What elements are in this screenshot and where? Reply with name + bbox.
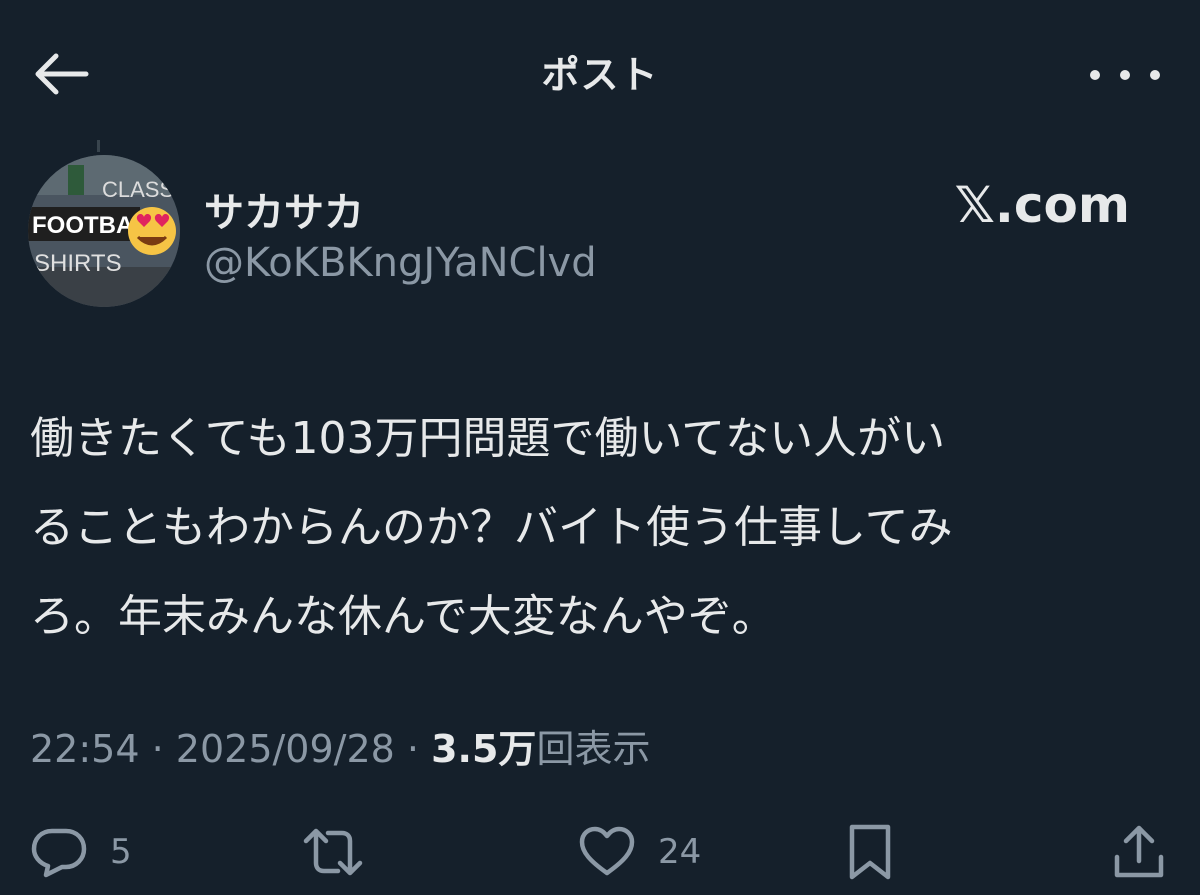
avatar-text-line-2: FOOTBA [32,212,133,239]
share-icon [1112,823,1166,881]
avatar[interactable]: CLASSIC FOOTBA SHIRTS [28,155,180,307]
post-date[interactable]: 2025/09/28 [176,727,395,771]
display-name[interactable]: サカサカ [204,180,364,238]
like-button[interactable]: 24 [578,824,701,880]
source-watermark: 𝕏.com [954,176,1130,234]
post-text-line: 働きたくても103万円問題で働いてない人がい [30,413,946,464]
reply-button[interactable]: 5 [30,824,132,880]
page-title: ポスト [541,53,659,97]
heart-icon [578,825,636,879]
repost-icon [302,825,364,879]
reply-icon [30,825,88,879]
post-text-line: ろ。年末みんな休んで大変なんやぞ。 [30,591,776,642]
more-horizontal-icon [1090,70,1160,80]
post-text: 働きたくても103万円問題で働いてない人がい ることもわからんのか？バイト使う仕事… [30,394,1170,661]
top-bar: ポスト [0,0,1200,140]
post-text-line: ることもわからんのか？バイト使う仕事してみ [30,502,953,553]
share-button[interactable] [1112,824,1166,880]
more-options-button[interactable] [1090,58,1160,92]
views-label: 回表示 [536,727,651,771]
bookmark-icon [846,823,894,881]
bookmark-button[interactable] [846,824,894,880]
avatar-text-line-3: SHIRTS [34,250,122,277]
meta-separator: · [151,727,164,771]
user-handle[interactable]: @KoKBKngJYaNClvd [204,240,597,286]
like-count: 24 [658,832,702,872]
action-bar: 5 24 [0,812,1200,892]
views-count: 3.5万 [431,727,537,771]
post-time[interactable]: 22:54 [30,727,140,771]
smiling-face-with-heart-eyes-icon [128,207,176,255]
meta-separator: · [406,727,420,771]
avatar-text-line-1: CLASSIC [102,177,180,202]
thread-line [97,140,100,152]
post-detail-screen: ポスト CLASSIC FOOTBA SHIRTS サカサカ [0,0,1200,895]
repost-button[interactable] [302,824,386,880]
post-meta: 22:54 · 2025/09/28 · 3.5万回表示 [30,718,650,773]
reply-count: 5 [110,832,132,872]
